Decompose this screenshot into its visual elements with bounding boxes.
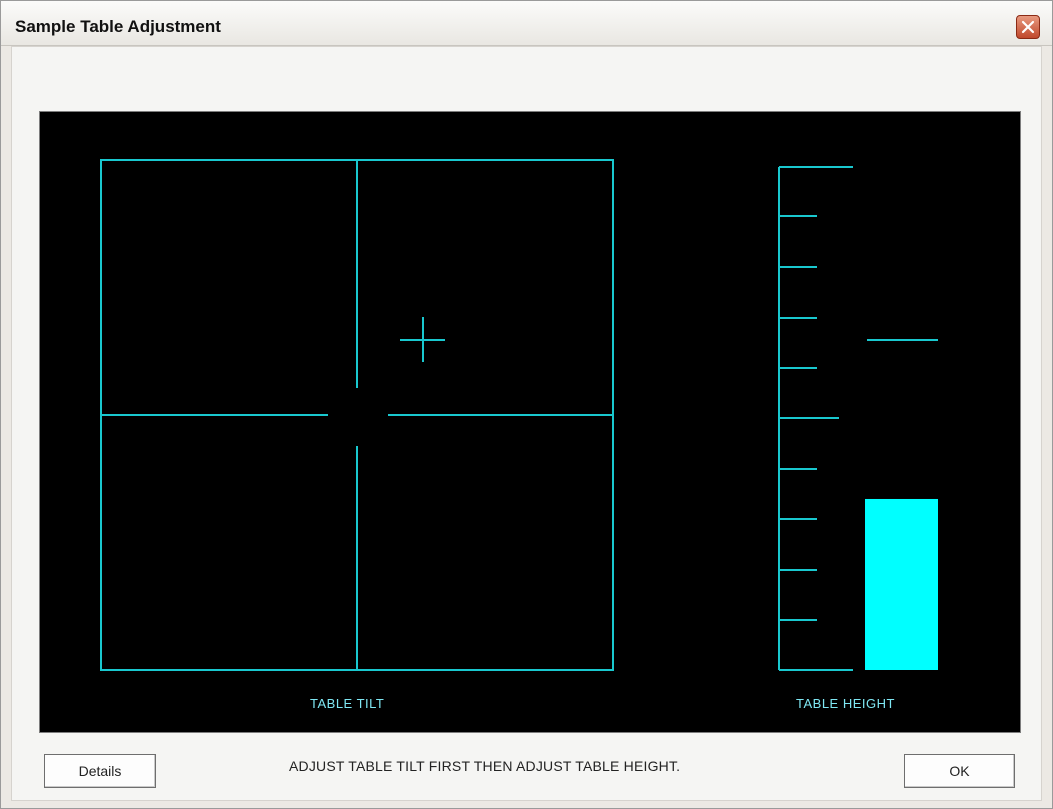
close-icon	[1021, 20, 1035, 34]
ok-button[interactable]: OK	[904, 754, 1015, 788]
window-title: Sample Table Adjustment	[15, 17, 221, 36]
dialog-window: Sample Table Adjustment TABLE TILT TABLE…	[0, 0, 1053, 809]
adjustment-display: TABLE TILT TABLE HEIGHT	[39, 111, 1021, 733]
close-button[interactable]	[1016, 15, 1040, 39]
adjustment-graphic	[100, 159, 938, 671]
tilt-label: TABLE TILT	[310, 696, 385, 711]
details-button[interactable]: Details	[44, 754, 156, 788]
title-bar[interactable]: Sample Table Adjustment	[1, 1, 1052, 46]
instruction-text: ADJUST TABLE TILT FIRST THEN ADJUST TABL…	[289, 758, 681, 774]
height-label: TABLE HEIGHT	[796, 696, 895, 711]
height-level-bar	[865, 498, 938, 670]
